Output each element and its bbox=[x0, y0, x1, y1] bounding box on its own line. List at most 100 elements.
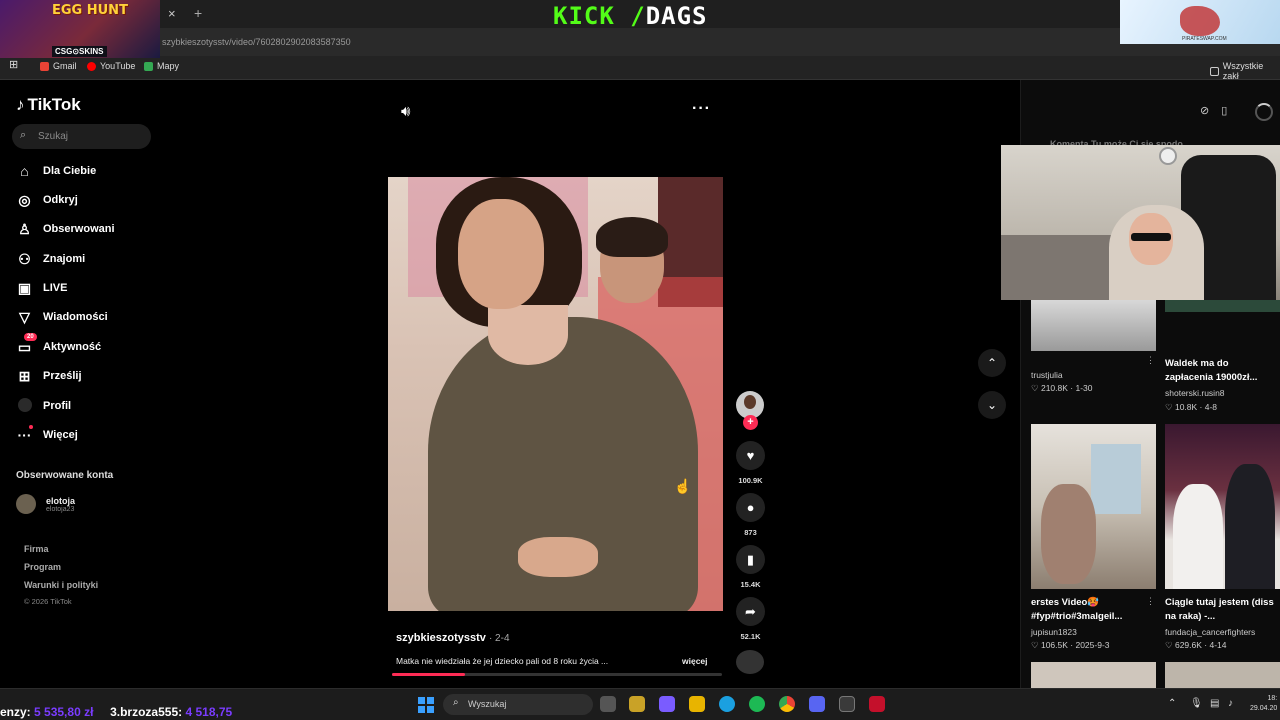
item-caption[interactable]: erstes Video🥵 #fyp#trio#3malgeil... bbox=[1031, 596, 1143, 624]
search-input[interactable] bbox=[38, 129, 143, 144]
taskbar-clock[interactable]: 18: 29.04.20 bbox=[1250, 694, 1277, 714]
sponsor-banner: PIRATESWAP.COM bbox=[1120, 0, 1280, 44]
video-thumbnail[interactable] bbox=[1165, 424, 1280, 589]
sidebar-item-messages[interactable]: ▽ Wiadomości bbox=[16, 307, 108, 327]
item-caption[interactable]: Ciągle tutaj jestem (diss na raka) -... bbox=[1165, 596, 1277, 624]
sidebar-item-live[interactable]: ▣ LIVE bbox=[16, 278, 68, 298]
screen: × + szybkieszotysstv/video/7602802902083… bbox=[0, 0, 1280, 720]
donation-ticker: enzy: 5 535,80 zł 3.brzoza555: 4 518,75 bbox=[0, 705, 233, 719]
app-icon[interactable] bbox=[869, 696, 885, 712]
video-thumbnail[interactable] bbox=[1031, 300, 1156, 351]
followed-accounts-title: Obserwowane konta bbox=[16, 470, 114, 481]
video-player[interactable] bbox=[388, 177, 723, 611]
sidebar-item-for-you[interactable]: ⌂ Dla Ciebie bbox=[16, 161, 96, 181]
sidebar-item-profile[interactable]: Profil bbox=[16, 396, 71, 416]
item-user[interactable]: trustjulia bbox=[1031, 370, 1063, 380]
video-caption: Matka nie wiedziała że jej dziecko pali … bbox=[396, 656, 609, 666]
item-user[interactable]: shoterski.rusin8 bbox=[1165, 388, 1225, 398]
chrome-icon[interactable] bbox=[779, 696, 795, 712]
phone-icon[interactable]: ▯ bbox=[1221, 104, 1227, 117]
csgo-skins-logo: CSG⊙SKINS bbox=[52, 46, 107, 57]
bookmark-maps[interactable]: Mapy bbox=[144, 61, 179, 71]
streamer-webcam bbox=[1001, 145, 1280, 300]
chrome-active-icon[interactable] bbox=[839, 696, 855, 712]
network-icon[interactable]: ▤ bbox=[1210, 698, 1219, 709]
bookmark-youtube[interactable]: YouTube bbox=[87, 61, 135, 71]
item-user[interactable]: fundacja_cancerfighters bbox=[1165, 627, 1255, 637]
profile-icon bbox=[16, 397, 33, 415]
video-thumbnail[interactable] bbox=[1165, 300, 1280, 312]
next-video-button[interactable]: ⌄ bbox=[978, 391, 1006, 419]
account-name: elotoja bbox=[46, 495, 76, 506]
sound-disc[interactable] bbox=[736, 650, 764, 674]
tiktok-logo[interactable]: ♪ TikTok bbox=[16, 95, 81, 115]
panel-toolbar: ⊘ ▯ bbox=[1200, 104, 1227, 117]
sidebar-item-more[interactable]: ··· Więcej bbox=[16, 425, 78, 445]
like-count: 100.9K bbox=[738, 476, 763, 485]
file-explorer-icon[interactable] bbox=[689, 696, 705, 712]
like-button[interactable]: ♥ bbox=[736, 441, 765, 470]
chevron-up-icon: ⌃ bbox=[986, 356, 998, 370]
search-icon: ⌕ bbox=[20, 129, 27, 141]
account-handle: elotoja23 bbox=[46, 505, 75, 513]
footer-link-company[interactable]: Firma bbox=[24, 544, 49, 554]
sidebar-item-activity[interactable]: ▭ 20 Aktywność bbox=[16, 332, 101, 357]
edge-icon[interactable] bbox=[719, 696, 735, 712]
search-box[interactable]: ⌕ bbox=[12, 124, 151, 149]
video-progress-bar[interactable] bbox=[392, 673, 722, 676]
store-icon[interactable] bbox=[629, 696, 645, 712]
previous-video-button[interactable]: ⌃ bbox=[978, 349, 1006, 377]
sidebar-item-upload[interactable]: ⊞ Prześlij bbox=[16, 366, 82, 386]
video-thumbnail[interactable] bbox=[1031, 424, 1156, 589]
sidebar-item-following[interactable]: ♙ Obserwowani bbox=[16, 219, 114, 239]
compass-icon[interactable]: ⊘ bbox=[1200, 104, 1209, 117]
new-tab-icon[interactable]: + bbox=[194, 5, 202, 21]
bookmark-all[interactable]: Wszystkie zakł bbox=[1210, 61, 1280, 81]
item-caption[interactable]: Waldek ma do zapłacenia 19000zł... bbox=[1165, 357, 1275, 385]
item-user[interactable]: jupisun1823 bbox=[1031, 627, 1077, 637]
task-view-icon[interactable] bbox=[600, 696, 616, 712]
heart-icon: ♥ bbox=[746, 448, 755, 463]
bookmark-icon: ▮ bbox=[746, 552, 755, 567]
upload-icon: ⊞ bbox=[18, 367, 31, 384]
taskbar-search[interactable]: ⌕ Wyszukaj bbox=[443, 694, 593, 715]
discord-icon[interactable] bbox=[809, 696, 825, 712]
more-options-icon[interactable]: ⋮ bbox=[1146, 355, 1155, 366]
footer-link-program[interactable]: Program bbox=[24, 562, 61, 572]
caption-more-link[interactable]: więcej bbox=[682, 656, 708, 666]
loading-spinner-icon bbox=[1255, 103, 1273, 121]
save-button[interactable]: ▮ bbox=[736, 545, 765, 574]
spotify-icon[interactable] bbox=[749, 696, 765, 712]
sidebar-item-friends[interactable]: ⚇ Znajomi bbox=[16, 249, 85, 269]
followed-account[interactable]: elotoja elotoja23 bbox=[16, 494, 75, 514]
progress-fill bbox=[392, 673, 465, 676]
footer-link-terms[interactable]: Warunki i polityki bbox=[24, 580, 98, 590]
video-thumbnail[interactable] bbox=[1031, 662, 1156, 688]
apps-grid-icon[interactable]: ⊞ bbox=[9, 58, 18, 71]
video-thumbnail[interactable] bbox=[1165, 662, 1280, 688]
video-author[interactable]: szybkieszotysstv · 2-4 bbox=[396, 632, 510, 644]
volume-icon[interactable]: 🔊︎ bbox=[401, 103, 410, 120]
share-button[interactable]: ➦ bbox=[736, 597, 765, 626]
youtube-icon bbox=[87, 61, 96, 71]
kick-dags-logo: KICK /DAGS bbox=[553, 2, 708, 30]
avatar bbox=[16, 494, 36, 514]
follow-plus-icon[interactable]: + bbox=[743, 415, 758, 430]
bookmark-gmail[interactable]: Gmail bbox=[40, 61, 77, 71]
more-options-icon[interactable]: ··· bbox=[692, 100, 711, 118]
speaker-icon[interactable]: ♪ bbox=[1228, 698, 1233, 709]
gmail-icon bbox=[40, 61, 49, 71]
windows-start-icon[interactable] bbox=[418, 697, 434, 713]
chevron-down-icon: ⌄ bbox=[986, 398, 998, 412]
save-count: 15.4K bbox=[740, 580, 761, 589]
more-options-icon[interactable]: ⋮ bbox=[1146, 596, 1155, 607]
copilot-icon[interactable] bbox=[659, 696, 675, 712]
url-text[interactable]: szybkieszotysstv/video/76028029020835873… bbox=[162, 37, 351, 47]
tab-close-icon[interactable]: × bbox=[168, 6, 176, 21]
copyright: © 2026 TikTok bbox=[24, 597, 72, 606]
comment-button[interactable]: ● bbox=[736, 493, 765, 522]
sidebar-item-explore[interactable]: ◎ Odkryj bbox=[16, 190, 77, 210]
maps-icon bbox=[144, 61, 153, 71]
tray-chevron-icon[interactable]: ⌃ bbox=[1168, 698, 1176, 709]
microphone-icon[interactable]: 🎙︎ bbox=[1190, 698, 1203, 709]
